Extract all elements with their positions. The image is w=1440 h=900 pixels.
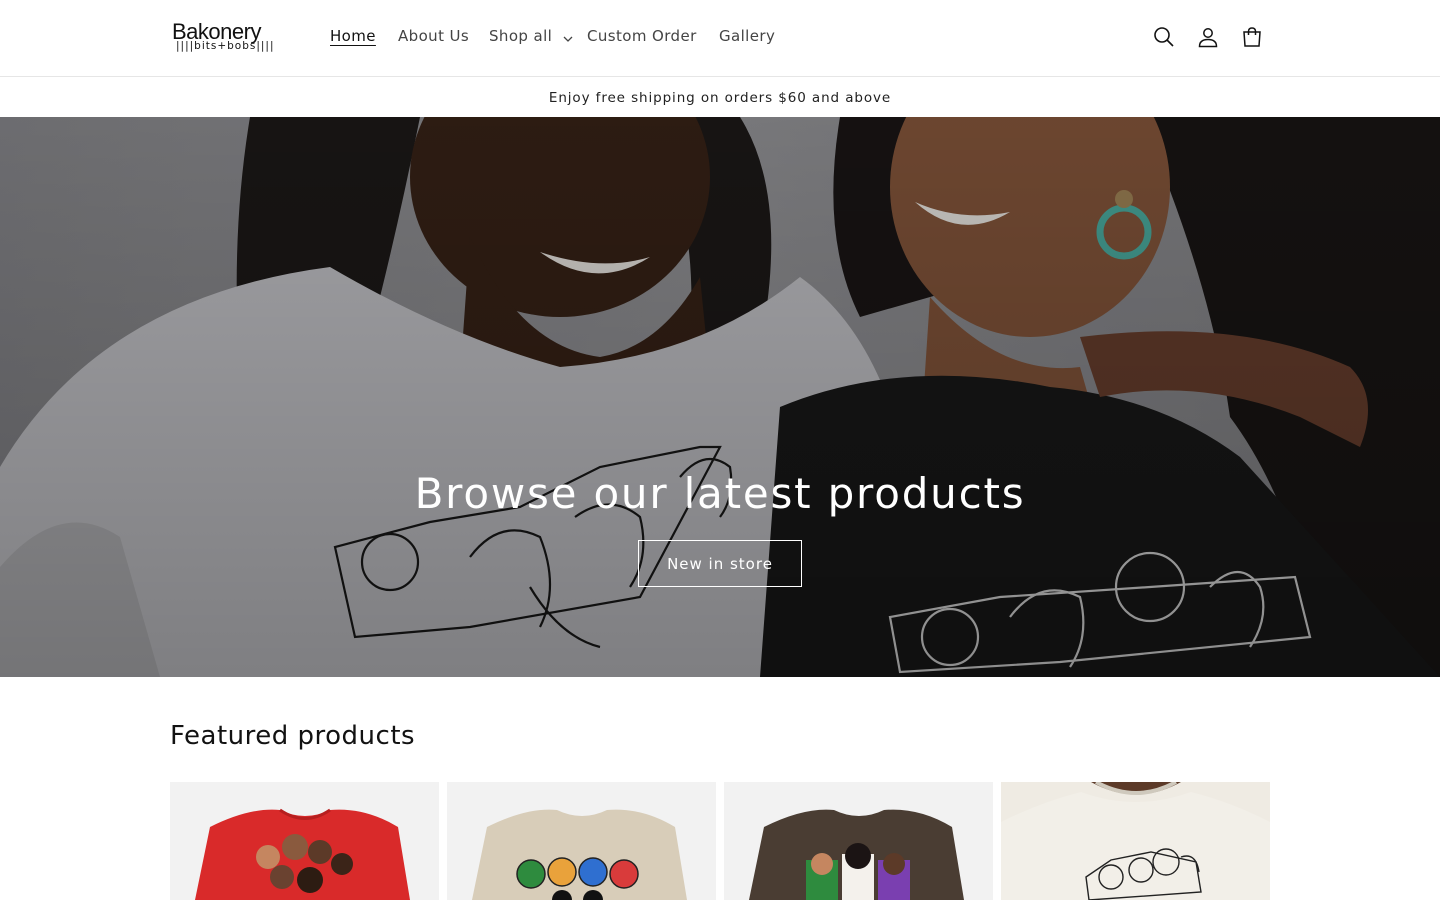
chevron-down-icon [563,27,573,47]
product-card[interactable] [1001,782,1270,900]
search-icon[interactable] [1149,22,1179,52]
hero-image [0,117,1440,677]
site-header: Bakonery ||||bits+bobs|||| Home About Us… [0,0,1440,77]
product-card[interactable] [170,782,439,900]
nav-about-us[interactable]: About Us [398,26,469,46]
hero-banner [0,117,1440,677]
nav-shop-all-label: Shop all [489,27,553,45]
product-card[interactable] [724,782,993,900]
nav-custom-order[interactable]: Custom Order [587,26,697,46]
hero-title: Browse our latest products [414,469,1026,518]
cart-icon[interactable] [1237,22,1267,52]
logo-tagline: ||||bits+bobs|||| [176,40,275,52]
new-in-store-button[interactable]: New in store [638,540,802,587]
nav-home[interactable]: Home [330,26,376,46]
product-image-brown-sweatshirt [724,782,993,900]
product-image-sand-sweatshirt [447,782,716,900]
account-icon[interactable] [1193,22,1223,52]
product-image-cream-sweatshirt-model [1001,782,1270,900]
product-card[interactable] [447,782,716,900]
featured-products-title: Featured products [170,721,416,751]
product-image-red-sweatshirt [170,782,439,900]
brand-logo[interactable]: Bakonery ||||bits+bobs|||| [172,20,290,54]
announcement-bar: Enjoy free shipping on orders $60 and ab… [0,78,1440,117]
nav-shop-all[interactable]: Shop all [489,26,573,47]
nav-gallery[interactable]: Gallery [719,26,775,46]
